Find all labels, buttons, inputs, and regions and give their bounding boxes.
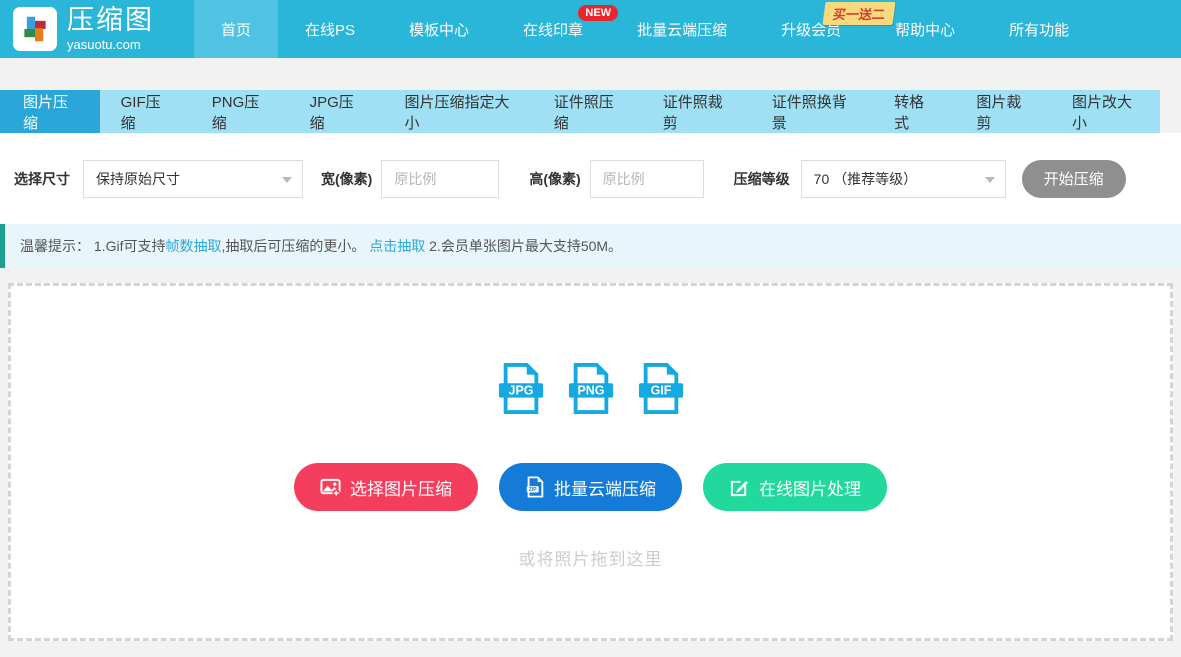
top-header: 压缩图 yasuotu.com 首页 在线PS 模板中心 在线印章 NEW 批量… xyxy=(0,0,1181,58)
action-buttons: 选择图片压缩 ZIP 批量云端压缩 在线图片处理 xyxy=(11,463,1170,511)
zip-file-icon: ZIP xyxy=(525,476,545,498)
png-file-icon: PNG xyxy=(567,362,615,415)
tab-id-photo-compress[interactable]: 证件照压缩 xyxy=(533,90,642,133)
width-label: 宽(像素) xyxy=(321,169,372,189)
site-title: 压缩图 xyxy=(67,7,154,34)
svg-text:ZIP: ZIP xyxy=(529,487,537,493)
height-input[interactable] xyxy=(590,160,704,198)
supported-file-types: JPG PNG GIF xyxy=(11,362,1170,415)
tab-id-photo-crop[interactable]: 证件照裁剪 xyxy=(642,90,751,133)
nav-all-features[interactable]: 所有功能 xyxy=(982,0,1096,58)
tab-png-compress[interactable]: PNG压缩 xyxy=(191,90,289,133)
nav-online-ps[interactable]: 在线PS xyxy=(278,0,382,58)
width-input[interactable] xyxy=(381,160,499,198)
chevron-down-icon xyxy=(282,177,292,183)
online-image-process-button[interactable]: 在线图片处理 xyxy=(703,463,887,511)
batch-cloud-compress-button[interactable]: ZIP 批量云端压缩 xyxy=(499,463,682,511)
size-select-label: 选择尺寸 xyxy=(14,169,70,189)
svg-text:PNG: PNG xyxy=(577,384,604,398)
tab-image-resize[interactable]: 图片改大小 xyxy=(1051,90,1160,133)
frames-extract-link[interactable]: 帧数抽取 xyxy=(165,238,221,254)
tool-tabbar: 图片压缩 GIF压缩 PNG压缩 JPG压缩 图片压缩指定大小 证件照压缩 证件… xyxy=(0,90,1160,133)
nav-online-seal[interactable]: 在线印章 NEW xyxy=(496,0,610,58)
tab-image-crop[interactable]: 图片裁剪 xyxy=(955,90,1051,133)
chevron-down-icon xyxy=(985,177,995,183)
site-logo[interactable]: 压缩图 yasuotu.com xyxy=(0,0,172,58)
nav-template-center[interactable]: 模板中心 xyxy=(382,0,496,58)
start-compress-button[interactable]: 开始压缩 xyxy=(1022,160,1126,198)
gif-file-icon: GIF xyxy=(637,362,685,415)
tab-convert-format[interactable]: 转格式 xyxy=(873,90,955,133)
tab-compress-to-size[interactable]: 图片压缩指定大小 xyxy=(383,90,532,133)
tab-image-compress[interactable]: 图片压缩 xyxy=(0,90,100,133)
size-select[interactable]: 保持原始尺寸 xyxy=(83,160,303,198)
tab-jpg-compress[interactable]: JPG压缩 xyxy=(289,90,384,133)
svg-text:JPG: JPG xyxy=(508,384,533,398)
svg-text:GIF: GIF xyxy=(650,384,671,398)
main-nav: 首页 在线PS 模板中心 在线印章 NEW 批量云端压缩 升级会员 买一送二 帮… xyxy=(194,0,1096,58)
level-label: 压缩等级 xyxy=(734,169,790,189)
tab-gif-compress[interactable]: GIF压缩 xyxy=(100,90,191,133)
click-extract-link[interactable]: 点击抽取 xyxy=(369,238,425,254)
nav-help-center[interactable]: 帮助中心 xyxy=(868,0,982,58)
nav-batch-cloud-compress[interactable]: 批量云端压缩 xyxy=(610,0,754,58)
select-image-compress-button[interactable]: 选择图片压缩 xyxy=(294,463,478,511)
compress-level-select[interactable]: 70 （推荐等级） xyxy=(801,160,1006,198)
tab-id-photo-background[interactable]: 证件照换背景 xyxy=(751,90,873,133)
tip-bar: 温馨提示： 1.Gif可支持帧数抽取,抽取后可压缩的更小。 点击抽取 2.会员单… xyxy=(0,224,1181,268)
edit-image-icon xyxy=(729,477,750,498)
nav-upgrade-member[interactable]: 升级会员 买一送二 xyxy=(754,0,868,58)
image-add-icon xyxy=(320,477,341,498)
jpg-file-icon: JPG xyxy=(497,362,545,415)
compress-options-form: 选择尺寸 保持原始尺寸 宽(像素) 高(像素) 压缩等级 70 （推荐等级） 开… xyxy=(0,133,1181,224)
height-label: 高(像素) xyxy=(529,169,580,189)
nav-home[interactable]: 首页 xyxy=(194,0,278,58)
logo-cross-icon xyxy=(13,7,57,51)
upload-dropzone[interactable]: JPG PNG GIF 选择图片压缩 xyxy=(8,283,1173,641)
logo-text: 压缩图 yasuotu.com xyxy=(67,7,154,51)
tip-text: 温馨提示： 1.Gif可支持帧数抽取,抽取后可压缩的更小。 点击抽取 2.会员单… xyxy=(20,236,622,256)
site-domain: yasuotu.com xyxy=(67,38,154,51)
drag-hint-text: 或将照片拖到这里 xyxy=(11,545,1170,570)
